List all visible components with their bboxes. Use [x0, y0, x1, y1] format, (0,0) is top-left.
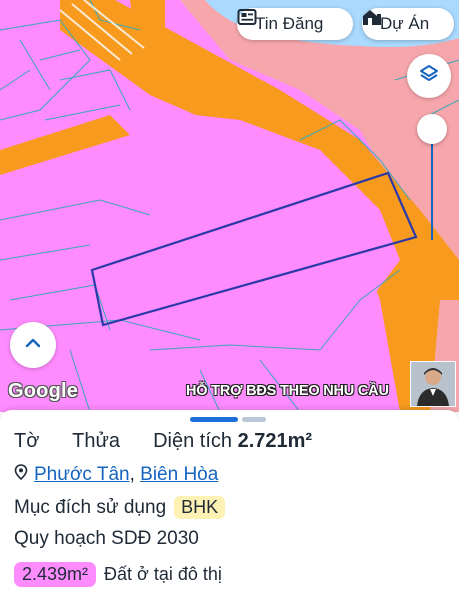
- zone-label: Đất ở tại đô thị: [104, 564, 222, 584]
- du-an-button[interactable]: Dự Án: [362, 8, 454, 40]
- to-label: Tờ: [14, 430, 40, 452]
- usage-row: Mục đích sử dụng BHK: [14, 496, 226, 519]
- parcel-header: Tờ Thửa Diện tích 2.721m²: [14, 430, 312, 453]
- usage-code-badge: BHK: [174, 496, 226, 519]
- map-canvas: [0, 0, 459, 412]
- zone-row: 2.439m² Đất ở tại đô thị: [14, 562, 222, 587]
- agent-avatar: [410, 361, 456, 407]
- city-link[interactable]: Biên Hòa: [140, 464, 218, 485]
- watermark-text: HỖ TRỢ BĐS THEO NHU CẦU: [186, 383, 389, 399]
- parcel-info-sheet[interactable]: Tờ Thửa Diện tích 2.721m² Phước Tân, Biê…: [0, 410, 459, 590]
- area-label: Diện tích: [153, 430, 233, 452]
- location-pin-icon: [14, 464, 28, 486]
- tin-dang-button[interactable]: Tin Đăng: [237, 8, 353, 40]
- expand-button[interactable]: [10, 322, 56, 368]
- opacity-slider-thumb[interactable]: [417, 114, 447, 144]
- plan-label: Quy hoạch SDĐ 2030: [14, 528, 199, 549]
- location-separator: ,: [129, 464, 135, 485]
- layers-button[interactable]: [407, 54, 451, 98]
- du-an-label: Dự Án: [380, 14, 430, 33]
- tin-dang-label: Tin Đăng: [255, 14, 324, 33]
- ward-link[interactable]: Phước Tân: [34, 464, 130, 485]
- usage-label: Mục đích sử dụng: [14, 496, 167, 518]
- sheet-grabber[interactable]: [190, 417, 238, 422]
- sheet-grabber-secondary: [242, 417, 266, 422]
- chevron-up-icon: [24, 336, 42, 354]
- map-view[interactable]: Tin Đăng Dự Án Google HỖ TRỢ BĐS THEO NH…: [0, 0, 459, 412]
- google-attribution: Google: [8, 380, 79, 402]
- thua-label: Thửa: [72, 430, 120, 452]
- layers-icon: [418, 63, 440, 90]
- area-value: 2.721m²: [237, 430, 313, 452]
- location-row: Phước Tân, Biên Hòa: [14, 464, 218, 486]
- zone-area-badge: 2.439m²: [14, 562, 97, 587]
- opacity-slider-track[interactable]: [431, 130, 433, 240]
